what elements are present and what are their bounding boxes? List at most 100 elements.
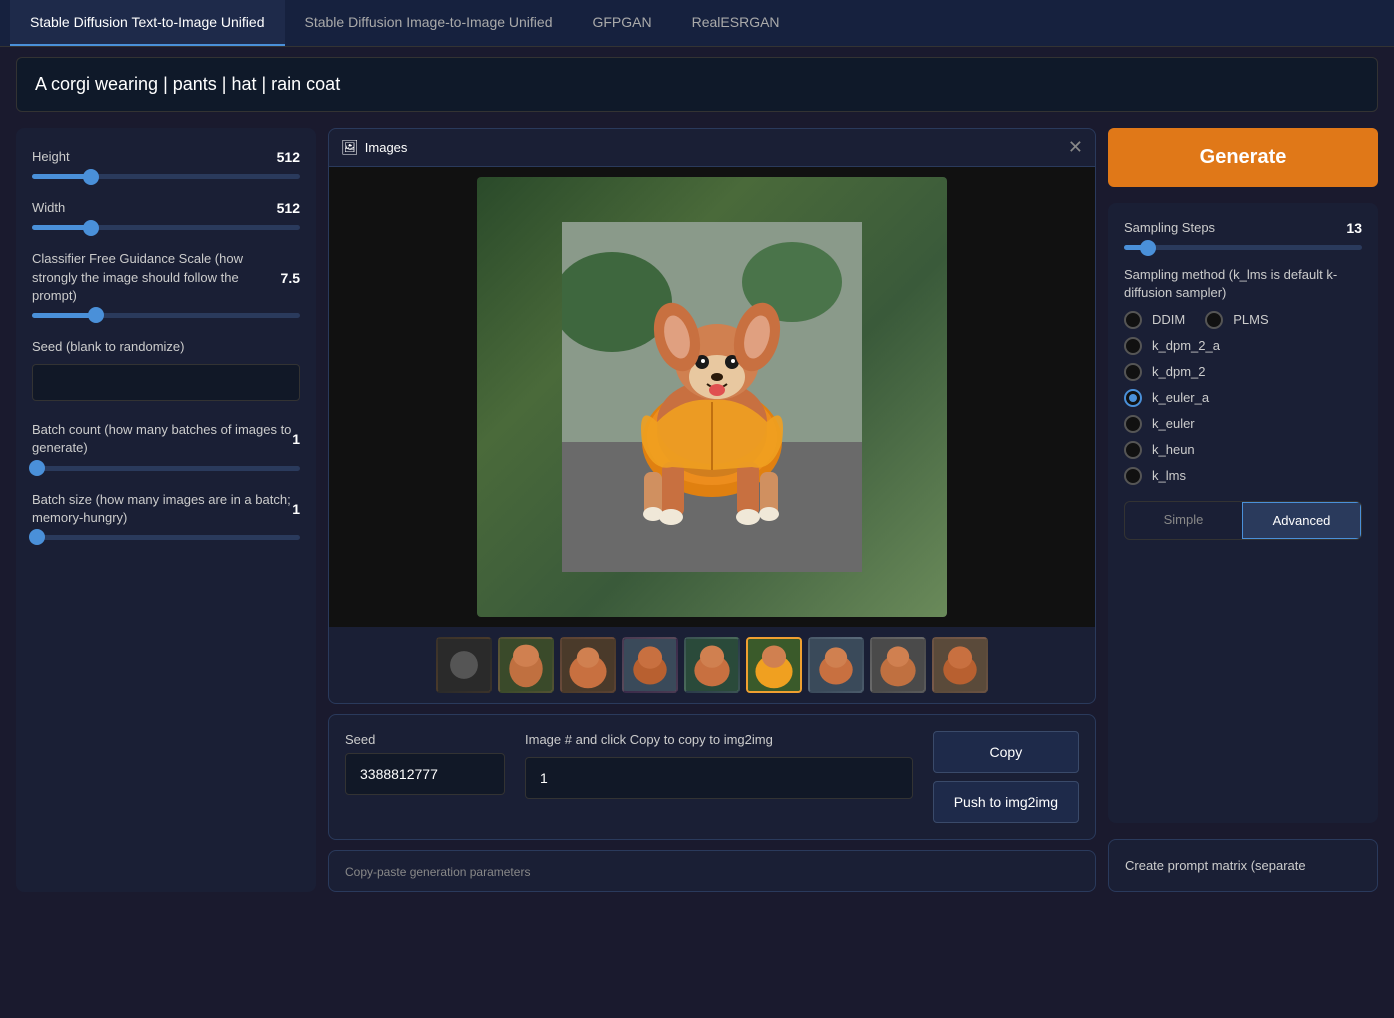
thumbnail-strip [329,627,1095,703]
batch-count-label: Batch count (how many batches of images … [32,421,292,457]
right-settings-panel: Sampling Steps 13 Sampling method (k_lms… [1108,203,1378,823]
thumbnail-6[interactable] [746,637,802,693]
cfg-scale-slider[interactable] [32,313,300,318]
batch-size-label: Batch size (how many images are in a bat… [32,491,292,527]
radio-k-lms[interactable]: k_lms [1124,467,1362,485]
batch-size-slider[interactable] [32,535,300,540]
sampling-steps-control: Sampling Steps 13 [1124,219,1362,250]
height-label: Height [32,148,70,166]
generated-image [477,177,947,617]
generation-params-section: Copy-paste generation parameters [328,850,1096,892]
radio-label-k-heun: k_heun [1152,442,1195,457]
height-slider[interactable] [32,174,300,179]
sampling-method-label: Sampling method (k_lms is default k-diff… [1124,266,1362,302]
radio-k-dpm-2[interactable]: k_dpm_2 [1124,363,1362,381]
radio-btn-k-dpm-2[interactable] [1124,363,1142,381]
create-prompt-section: Create prompt matrix (separate [1108,839,1378,893]
seed-input[interactable] [32,364,300,401]
image-container: 🖼 Images ✕ [328,128,1096,704]
sampling-method-row-1: DDIM PLMS [1124,311,1362,329]
bottom-controls: Seed 3388812777 Image # and click Copy t… [328,714,1096,840]
tab-simple[interactable]: Simple [1125,502,1242,539]
radio-label-k-euler-a: k_euler_a [1152,390,1209,405]
radio-btn-ddim[interactable] [1124,311,1142,329]
height-value: 512 [277,149,300,165]
radio-label-k-dpm-2-a: k_dpm_2_a [1152,338,1220,353]
close-button[interactable]: ✕ [1068,137,1083,158]
action-buttons: Copy Push to img2img [933,731,1079,823]
seed-control: Seed (blank to randomize) [32,338,300,401]
radio-k-heun[interactable]: k_heun [1124,441,1362,459]
left-settings-panel: Height 512 Width 512 [16,128,316,892]
tab-txt2img[interactable]: Stable Diffusion Text-to-Image Unified [10,0,285,46]
thumbnail-7[interactable] [808,637,864,693]
radio-label-k-euler: k_euler [1152,416,1195,431]
images-tab[interactable]: 🖼 Images [341,139,407,156]
thumbnail-8[interactable] [870,637,926,693]
radio-btn-plms[interactable] [1205,311,1223,329]
batch-count-control: Batch count (how many batches of images … [32,421,300,470]
radio-btn-k-dpm-2-a[interactable] [1124,337,1142,355]
thumbnail-3[interactable] [560,637,616,693]
width-value: 512 [277,200,300,216]
right-panel: Generate Sampling Steps 13 Sampling meth… [1108,128,1378,892]
sampling-steps-label: Sampling Steps [1124,219,1215,237]
batch-size-control: Batch size (how many images are in a bat… [32,491,300,540]
tab-img2img[interactable]: Stable Diffusion Image-to-Image Unified [285,0,573,46]
seed-result-section: Seed 3388812777 [345,731,505,795]
image-icon: 🖼 [341,139,359,156]
corgi-svg [562,222,862,572]
width-control: Width 512 [32,199,300,230]
seed-label: Seed (blank to randomize) [32,338,184,356]
width-label: Width [32,199,65,217]
copy-button[interactable]: Copy [933,731,1079,773]
cfg-scale-value: 7.5 [281,270,300,286]
center-panel: 🖼 Images ✕ [328,128,1096,892]
tab-advanced[interactable]: Advanced [1242,502,1361,539]
radio-ddim[interactable]: DDIM [1124,311,1185,329]
seed-result-label: Seed [345,731,505,749]
batch-count-value: 1 [292,431,300,447]
cfg-scale-control: Classifier Free Guidance Scale (how stro… [32,250,300,318]
seed-result-value: 3388812777 [345,753,505,795]
thumbnail-5[interactable] [684,637,740,693]
generate-button[interactable]: Generate [1108,128,1378,187]
gen-params-label: Copy-paste generation parameters [345,865,530,879]
simple-advanced-tabs: Simple Advanced [1124,501,1362,540]
radio-k-euler-a[interactable]: k_euler_a [1124,389,1362,407]
tab-realesrgan[interactable]: RealESRGAN [672,0,800,46]
push-to-img2img-button[interactable]: Push to img2img [933,781,1079,823]
copy-section: Image # and click Copy to copy to img2im… [525,731,913,799]
radio-k-dpm-2-a[interactable]: k_dpm_2_a [1124,337,1362,355]
prompt-input[interactable] [16,57,1378,112]
height-control: Height 512 [32,148,300,179]
cfg-scale-label: Classifier Free Guidance Scale (how stro… [32,250,281,305]
thumbnail-9[interactable] [932,637,988,693]
radio-btn-k-euler[interactable] [1124,415,1142,433]
radio-label-k-lms: k_lms [1152,468,1186,483]
batch-size-value: 1 [292,501,300,517]
copy-label: Image # and click Copy to copy to img2im… [525,731,913,749]
radio-btn-k-euler-a[interactable] [1124,389,1142,407]
main-content: Height 512 Width 512 [0,112,1394,908]
top-tab-bar: Stable Diffusion Text-to-Image Unified S… [0,0,1394,47]
image-tabs-bar: 🖼 Images ✕ [329,129,1095,167]
sampling-steps-value: 13 [1346,220,1362,236]
radio-btn-k-lms[interactable] [1124,467,1142,485]
thumbnail-4[interactable] [622,637,678,693]
radio-k-euler[interactable]: k_euler [1124,415,1362,433]
width-slider[interactable] [32,225,300,230]
sampling-method-control: Sampling method (k_lms is default k-diff… [1124,266,1362,484]
radio-btn-k-heun[interactable] [1124,441,1142,459]
thumbnail-2[interactable] [498,637,554,693]
radio-plms[interactable]: PLMS [1205,311,1268,329]
tab-gfpgan[interactable]: GFPGAN [572,0,671,46]
sampling-steps-slider[interactable] [1124,245,1362,250]
radio-label-plms: PLMS [1233,312,1268,327]
img-num-input[interactable] [525,757,913,799]
create-prompt-text: Create prompt matrix (separate [1125,858,1306,873]
thumbnail-1[interactable] [436,637,492,693]
batch-count-slider[interactable] [32,466,300,471]
radio-label-ddim: DDIM [1152,312,1185,327]
radio-label-k-dpm-2: k_dpm_2 [1152,364,1205,379]
